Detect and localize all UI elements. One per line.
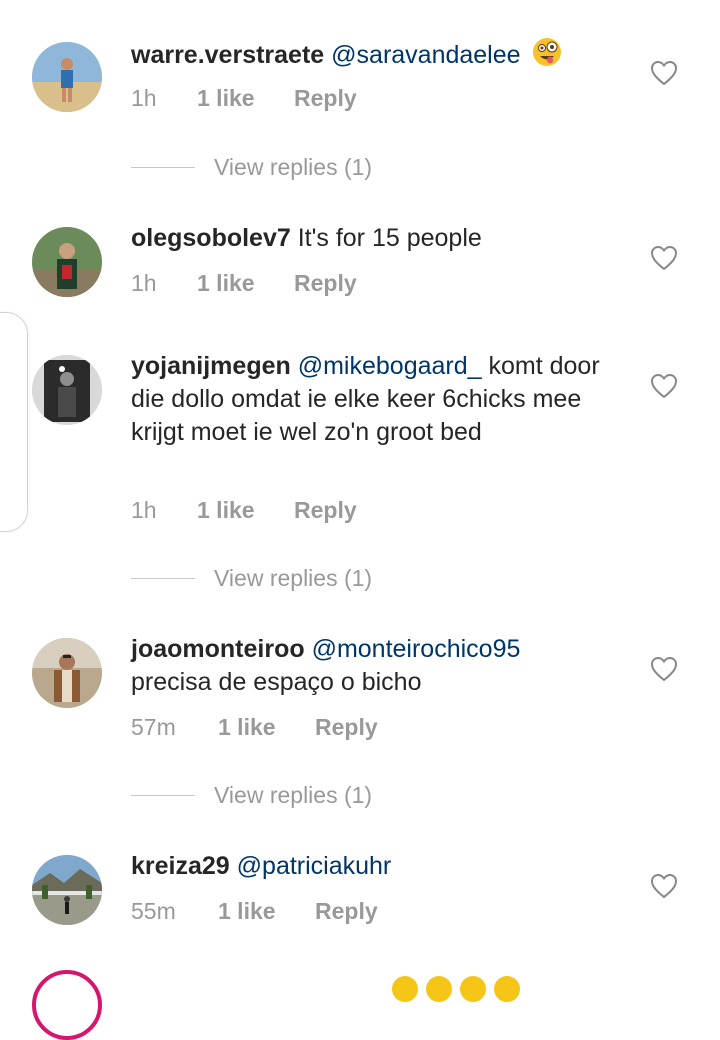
view-replies-label: View replies (1) [214, 781, 373, 808]
comment-username[interactable]: warre.verstraete [131, 41, 324, 69]
avatar[interactable] [32, 42, 102, 112]
comment-text: warre.verstraete @saravandaelee [131, 37, 601, 76]
view-replies-button[interactable]: View replies (1) [131, 780, 531, 810]
avatar[interactable] [32, 355, 102, 425]
reply-button[interactable]: Reply [294, 85, 357, 112]
comment-mention[interactable]: @patriciakuhr [237, 852, 392, 880]
comment-username[interactable]: joaomonteiroo [131, 635, 305, 663]
emoji-icon [392, 976, 418, 1002]
comment-mention[interactable]: @mikebogaard_ [298, 352, 482, 380]
comment-meta: 55m 1 like Reply [131, 898, 378, 925]
comment-mention[interactable]: @monteirochico95 [312, 635, 521, 663]
comment-time: 1h [131, 497, 157, 523]
emoji-icon [494, 976, 520, 1002]
comment-username[interactable]: olegsobolev7 [131, 224, 291, 252]
avatar[interactable] [32, 227, 102, 297]
comment-time: 55m [131, 898, 176, 924]
comment-text: joaomonteiroo @monteirochico95 precisa d… [131, 633, 601, 699]
zany-face-emoji-icon [532, 37, 562, 76]
heart-icon[interactable] [650, 873, 678, 899]
side-edge-handle[interactable] [0, 312, 28, 532]
divider-line [131, 794, 195, 796]
comment-likes[interactable]: 1 like [197, 270, 294, 297]
reply-button[interactable]: Reply [315, 714, 378, 741]
reply-button[interactable]: Reply [294, 497, 357, 524]
comment-time: 1h [131, 85, 157, 111]
comment-body: It's for 15 people [297, 224, 482, 252]
comment-mention[interactable]: @saravandaelee [331, 41, 520, 69]
comment-body: precisa de espaço o bicho [131, 668, 422, 696]
comment-username[interactable]: yojanijmegen [131, 352, 291, 380]
comment-likes[interactable]: 1 like [197, 85, 294, 112]
heart-icon[interactable] [650, 373, 678, 399]
avatar[interactable] [32, 970, 102, 1040]
comment-likes[interactable]: 1 like [197, 497, 294, 524]
comment-time: 1h [131, 270, 157, 296]
view-replies-button[interactable]: View replies (1) [131, 152, 531, 182]
view-replies-label: View replies (1) [214, 153, 373, 180]
reply-button[interactable]: Reply [294, 270, 357, 297]
view-replies-button[interactable]: View replies (1) [131, 563, 531, 593]
heart-icon[interactable] [650, 245, 678, 271]
comment-text: kreiza29 @patriciakuhr [131, 850, 601, 883]
comment-username[interactable]: kreiza29 [131, 852, 230, 880]
comment-meta: 1h 1 like Reply [131, 497, 357, 524]
divider-line [131, 577, 195, 579]
avatar[interactable] [32, 855, 102, 925]
heart-icon[interactable] [650, 656, 678, 682]
view-replies-label: View replies (1) [214, 564, 373, 591]
comment-time: 57m [131, 714, 176, 740]
emoji-icon [460, 976, 486, 1002]
comment-likes[interactable]: 1 like [218, 898, 315, 925]
emoji-row [392, 976, 520, 1002]
avatar[interactable] [32, 638, 102, 708]
comment-meta: 1h 1 like Reply [131, 270, 357, 297]
comment-text: olegsobolev7 It's for 15 people [131, 222, 601, 255]
comment-text: yojanijmegen @mikebogaard_ komt door die… [131, 350, 601, 449]
comment-meta: 1h 1 like Reply [131, 85, 357, 112]
comment-likes[interactable]: 1 like [218, 714, 315, 741]
reply-button[interactable]: Reply [315, 898, 378, 925]
emoji-icon [426, 976, 452, 1002]
divider-line [131, 166, 195, 168]
comment-meta: 57m 1 like Reply [131, 714, 378, 741]
heart-icon[interactable] [650, 60, 678, 86]
